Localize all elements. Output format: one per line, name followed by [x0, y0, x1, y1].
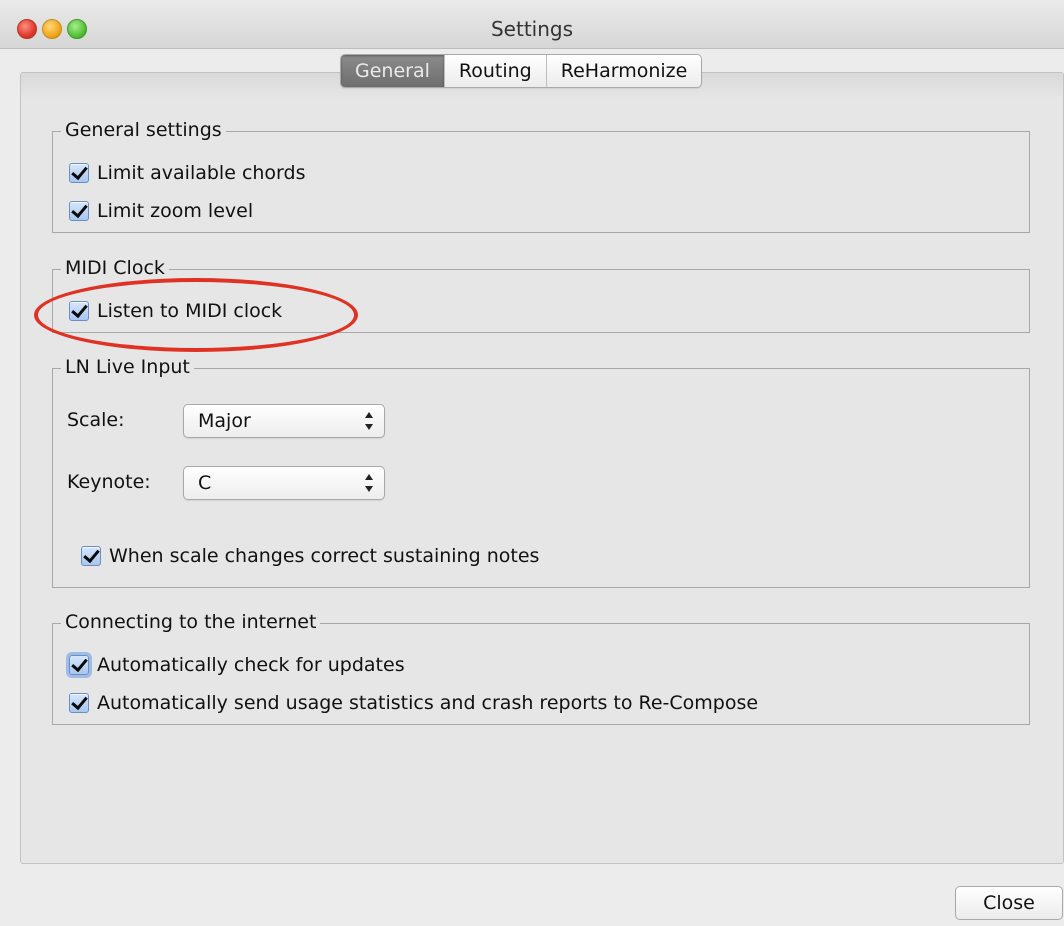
group-title: MIDI Clock: [61, 256, 169, 280]
limit-chords-label: Limit available chords: [97, 162, 306, 184]
check-updates-checkbox[interactable]: [69, 655, 89, 675]
scale-select[interactable]: Major: [183, 404, 385, 438]
tab-reharmonize[interactable]: ReHarmonize: [547, 55, 702, 87]
correct-notes-label: When scale changes correct sustaining no…: [109, 545, 540, 567]
correct-notes-checkbox[interactable]: [81, 546, 101, 566]
tab-bar: General Routing ReHarmonize: [340, 54, 703, 88]
listen-midi-checkbox[interactable]: [69, 301, 89, 321]
group-title: Connecting to the internet: [61, 610, 321, 634]
scale-label: Scale:: [67, 409, 125, 431]
keynote-value: C: [198, 472, 212, 494]
send-stats-option[interactable]: Automatically send usage statistics and …: [69, 692, 758, 714]
listen-midi-label: Listen to MIDI clock: [97, 300, 283, 322]
check-updates-label: Automatically check for updates: [97, 654, 405, 676]
updown-arrows-icon: [364, 411, 374, 431]
updown-arrows-icon: [364, 473, 374, 493]
window-title: Settings: [490, 17, 574, 41]
keynote-select[interactable]: C: [183, 466, 385, 500]
limit-chords-option[interactable]: Limit available chords: [69, 162, 306, 184]
send-stats-checkbox[interactable]: [69, 693, 89, 713]
send-stats-label: Automatically send usage statistics and …: [97, 692, 759, 714]
scale-value: Major: [198, 410, 251, 432]
limit-zoom-checkbox[interactable]: [69, 201, 89, 221]
midi-clock-group: MIDI Clock Listen to MIDI clock: [52, 256, 1030, 333]
title-bar: Settings: [0, 0, 1064, 49]
group-title: LN Live Input: [61, 355, 194, 379]
group-title: General settings: [61, 118, 226, 142]
limit-zoom-option[interactable]: Limit zoom level: [69, 200, 253, 222]
check-updates-option[interactable]: Automatically check for updates: [69, 654, 405, 676]
tab-routing[interactable]: Routing: [445, 55, 547, 87]
close-button[interactable]: Close: [955, 886, 1063, 920]
limit-chords-checkbox[interactable]: [69, 163, 89, 183]
correct-notes-option[interactable]: When scale changes correct sustaining no…: [81, 545, 539, 567]
listen-midi-option[interactable]: Listen to MIDI clock: [69, 300, 282, 322]
general-settings-group: General settings Limit available chords …: [52, 118, 1030, 233]
tab-general[interactable]: General: [341, 55, 445, 87]
limit-zoom-label: Limit zoom level: [97, 200, 254, 222]
keynote-label: Keynote:: [67, 471, 151, 493]
ln-live-input-group: LN Live Input Scale: Major Keynote: C Wh…: [52, 355, 1030, 588]
internet-group: Connecting to the internet Automatically…: [52, 610, 1030, 725]
